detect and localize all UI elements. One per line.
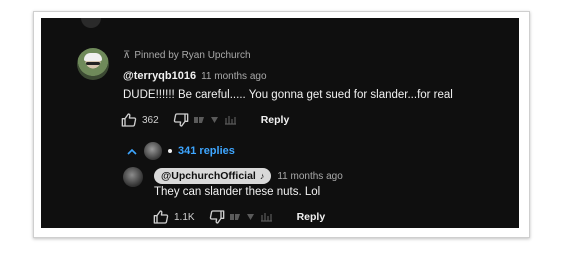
reply-avatar[interactable] <box>123 167 143 187</box>
bar-stats-icon <box>224 116 236 125</box>
reply-like-count: 1.1K <box>174 211 195 223</box>
comment-actions: 362 Reply <box>121 112 289 128</box>
replies-count[interactable]: 341 replies <box>178 145 235 157</box>
commenter-avatar[interactable] <box>77 48 109 80</box>
creator-avatar <box>144 142 162 160</box>
reply-header: @UpchurchOfficial ♪ 11 months ago <box>154 168 343 184</box>
reply-time[interactable]: 11 months ago <box>277 171 342 182</box>
separator-dot <box>168 149 172 153</box>
pinned-label: ⊼ Pinned by Ryan Upchurch <box>123 50 251 61</box>
previous-avatar <box>81 18 101 28</box>
dropdown-icon <box>210 117 218 123</box>
creator-badge[interactable]: @UpchurchOfficial ♪ <box>154 168 272 184</box>
avatar-glasses <box>86 62 100 65</box>
like-count: 362 <box>142 114 159 126</box>
thumb-down-icon[interactable] <box>209 209 225 225</box>
comment-header: @terryqb1016 11 months ago <box>123 70 267 82</box>
thumb-down-icon[interactable] <box>173 112 189 128</box>
reply-actions: 1.1K Reply <box>153 209 325 225</box>
reply-button[interactable]: Reply <box>297 211 326 223</box>
comments-panel: ⊼ Pinned by Ryan Upchurch @terryqb1016 1… <box>41 18 519 228</box>
extension-icons <box>193 115 237 125</box>
avatar-hat <box>84 53 102 61</box>
extension-icons <box>229 212 273 222</box>
pinned-text: Pinned by Ryan Upchurch <box>134 50 251 61</box>
comment-text: DUDE!!!!!! Be careful..... You gonna get… <box>123 89 453 101</box>
dislike-stat-icon <box>193 117 204 123</box>
comment-time[interactable]: 11 months ago <box>201 71 266 82</box>
dropdown-icon <box>246 214 254 220</box>
music-note-icon: ♪ <box>259 171 265 181</box>
comment-author[interactable]: @terryqb1016 <box>123 70 196 82</box>
reply-text: They can slander these nuts. Lol <box>154 186 321 198</box>
reply-author: @UpchurchOfficial <box>161 170 256 182</box>
chevron-up-icon[interactable] <box>126 144 138 158</box>
bar-stats-icon <box>260 213 272 222</box>
dislike-stat-icon <box>229 214 240 220</box>
pin-icon: ⊼ <box>123 50 131 61</box>
thumb-up-icon[interactable] <box>153 209 169 225</box>
replies-toggle[interactable]: 341 replies <box>126 142 235 160</box>
thumb-up-icon[interactable] <box>121 112 137 128</box>
reply-button[interactable]: Reply <box>261 114 290 126</box>
